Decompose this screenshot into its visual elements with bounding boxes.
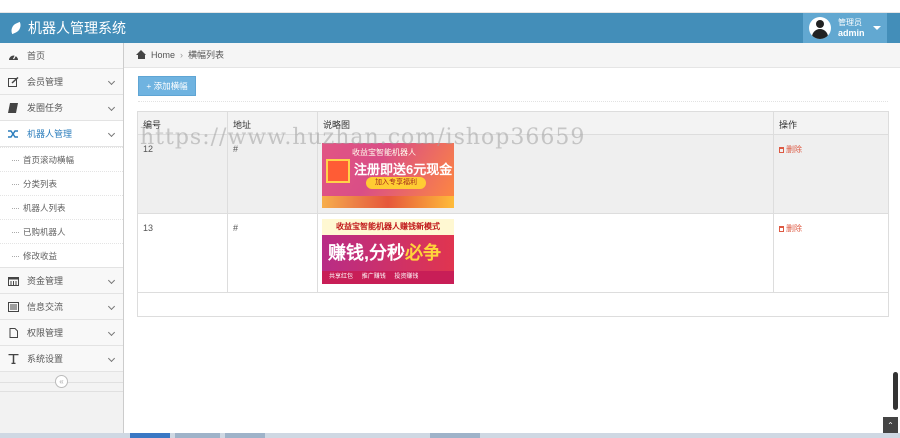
column-header-actions: 操作 — [773, 111, 889, 135]
sidebar-item-label: 发圈任务 — [27, 103, 64, 113]
calendar-icon — [8, 277, 19, 286]
sidebar-subitem-purchased[interactable]: 已购机器人 — [0, 219, 123, 243]
sidebar-item-home[interactable]: 首页 — [0, 43, 123, 69]
cell-address: # — [227, 213, 318, 293]
top-navbar: 机器人管理系统 管理员 admin — [0, 13, 900, 43]
banner-tags: 共享红包 推广赚钱 投资赚钱 — [322, 271, 454, 284]
sidebar-item-members[interactable]: 会员管理 — [0, 69, 123, 95]
gift-icon — [326, 159, 350, 183]
caret-down-icon — [873, 26, 881, 30]
trash-icon — [779, 226, 784, 232]
taskbar — [0, 433, 900, 438]
breadcrumb-home[interactable]: Home — [151, 50, 175, 60]
avatar — [809, 17, 831, 39]
sidebar-item-label: 首页 — [27, 51, 46, 61]
app-brand[interactable]: 机器人管理系统 — [8, 13, 126, 43]
breadcrumb-current: 横幅列表 — [188, 50, 225, 60]
chevron-down-icon — [107, 103, 116, 112]
sidebar-subitem-robot-list[interactable]: 机器人列表 — [0, 195, 123, 219]
chevron-down-icon — [107, 302, 116, 311]
sidebar-collapse-bar: « — [0, 372, 123, 392]
user-menu[interactable]: 管理员 admin — [803, 13, 887, 43]
banner-headline-b: 必争 — [405, 243, 442, 263]
breadcrumb: Home › 横幅列表 — [124, 43, 900, 68]
taskbar-item[interactable] — [225, 433, 265, 438]
empty-cell — [137, 292, 889, 317]
delete-link[interactable]: 删除 — [779, 145, 802, 154]
coins-decoration — [322, 196, 454, 208]
sidebar-subitem-earnings[interactable]: 修改收益 — [0, 243, 123, 267]
edit-icon — [8, 77, 19, 87]
shuffle-icon — [8, 130, 18, 138]
taskbar-item[interactable] — [175, 433, 220, 438]
sidebar-item-tasks[interactable]: 发圈任务 — [0, 95, 123, 121]
chevron-down-icon — [107, 328, 116, 337]
banner-headline-a: 赚钱,分秒 — [328, 243, 406, 263]
sidebar-item-label: 系统设置 — [27, 354, 64, 364]
cell-actions: 删除 — [773, 134, 889, 214]
sidebar-item-permissions[interactable]: 权限管理 — [0, 320, 123, 346]
app-title: 机器人管理系统 — [28, 20, 126, 36]
home-icon — [136, 50, 147, 59]
sidebar-item-messages[interactable]: 信息交流 — [0, 294, 123, 320]
banner-pill: 加入专享福利 — [366, 177, 426, 189]
banner-thumbnail-2: 收益宝智能机器人赚钱新模式 赚钱,分秒必争 共享红包 推广赚钱 投资赚钱 — [322, 219, 454, 284]
banner-headline: 赚钱,分秒必争 — [328, 239, 441, 265]
banner-tag: 共享红包 — [329, 274, 354, 280]
robots-submenu: 首页滚动横幅 分类列表 机器人列表 已购机器人 修改收益 — [0, 147, 123, 268]
browser-top-strip — [0, 0, 900, 13]
book-icon — [8, 103, 18, 113]
sidebar-item-label: 权限管理 — [27, 328, 64, 338]
cell-id: 13 — [137, 213, 228, 293]
file-icon — [9, 328, 18, 338]
table-row: 13 # 删除 — [137, 213, 889, 293]
chevron-down-icon — [107, 276, 116, 285]
trash-icon — [779, 147, 784, 153]
chevron-down-icon — [107, 129, 116, 138]
chevron-down-icon — [107, 354, 116, 363]
sidebar-item-robots[interactable]: 机器人管理 — [0, 121, 123, 147]
taskbar-item[interactable] — [130, 433, 170, 438]
sidebar-collapse-button[interactable]: « — [55, 375, 68, 388]
taskbar-item[interactable] — [430, 433, 480, 438]
banner-tag: 推广赚钱 — [361, 274, 386, 280]
user-role: 管理员 — [838, 18, 862, 27]
sidebar-subitem-categories[interactable]: 分类列表 — [0, 171, 123, 195]
sidebar-item-label: 机器人管理 — [27, 129, 73, 139]
sidebar-item-label: 信息交流 — [27, 302, 64, 312]
user-name: admin — [838, 28, 865, 38]
breadcrumb-separator: › — [180, 50, 184, 60]
sidebar-item-settings[interactable]: 系统设置 — [0, 346, 123, 372]
sidebar-item-funds[interactable]: 资金管理 — [0, 268, 123, 294]
sidebar-item-label: 资金管理 — [27, 276, 64, 286]
back-to-top-button[interactable]: ⌃ — [883, 417, 898, 434]
banner-thumbnail-1: 收益宝智能机器人 注册即送6元现金 加入专享福利 — [322, 143, 454, 208]
delete-link[interactable]: 删除 — [779, 224, 802, 233]
sidebar: 首页 会员管理 发圈任务 机器人管理 首页滚动横幅 分类列表 机器人列表 已购机… — [0, 43, 124, 438]
text-icon — [8, 354, 19, 364]
delete-label: 删除 — [786, 145, 802, 154]
delete-label: 删除 — [786, 224, 802, 233]
watermark: https://www.huzhan.com/ishop36659 — [140, 125, 586, 150]
scrollbar-thumb[interactable] — [893, 372, 898, 410]
list-alt-icon — [8, 302, 19, 312]
divider — [138, 101, 888, 102]
banner-slogan: 收益宝智能机器人赚钱新模式 — [336, 222, 440, 231]
sidebar-item-label: 会员管理 — [27, 77, 64, 87]
cell-actions: 删除 — [773, 213, 889, 293]
chevron-down-icon — [107, 77, 116, 86]
banner-tag: 投资赚钱 — [394, 274, 419, 280]
table-empty-row — [137, 292, 889, 317]
leaf-icon — [8, 21, 24, 35]
sidebar-subitem-banner[interactable]: 首页滚动横幅 — [0, 147, 123, 171]
dashboard-icon — [9, 54, 18, 60]
banner-main-text: 注册即送6元现金 — [354, 162, 453, 177]
add-banner-button[interactable]: + 添加横幅 — [138, 76, 196, 96]
